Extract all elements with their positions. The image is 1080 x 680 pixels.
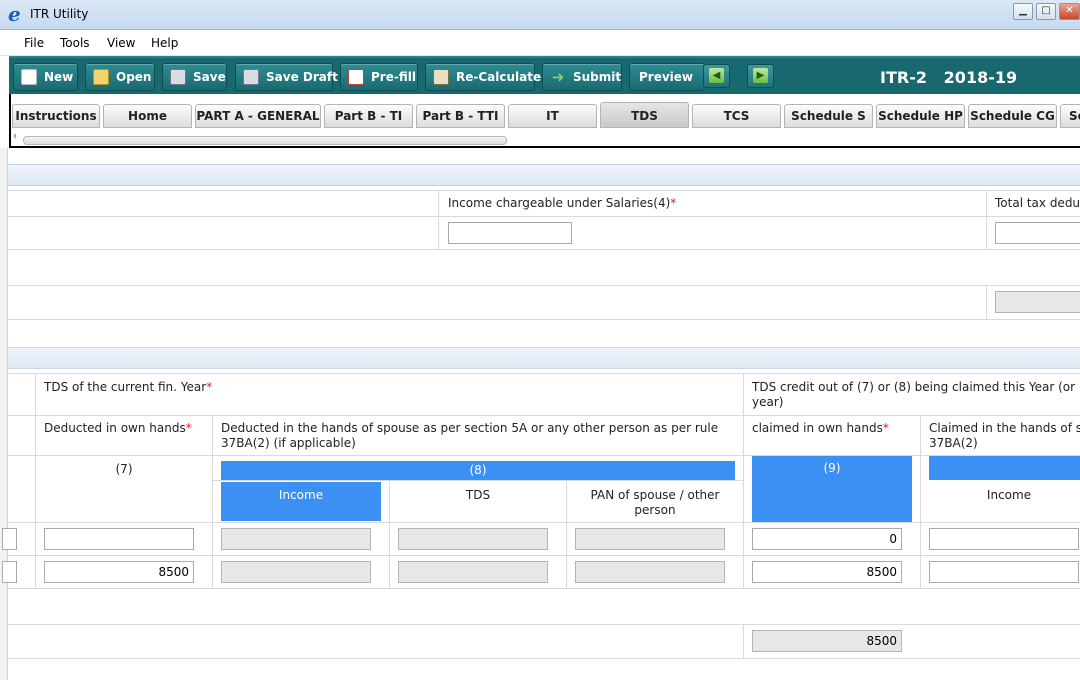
- table-row-1-own-input[interactable]: [44, 528, 194, 550]
- tab-tcs[interactable]: TCS: [692, 104, 781, 128]
- tds-credit-header-cont: year): [752, 395, 784, 409]
- submit-arrow-icon: ➜: [551, 68, 565, 86]
- table-row-2-pan: [575, 561, 725, 583]
- table-row-1-pan: [575, 528, 725, 550]
- column-8-label: (8): [221, 461, 735, 480]
- sub-income-label: Income: [221, 482, 381, 521]
- preview-button[interactable]: Preview: [629, 63, 705, 91]
- tab-schedule-cg[interactable]: Schedule CG: [968, 104, 1057, 128]
- forward-button[interactable]: ▶: [747, 64, 774, 88]
- horizontal-scrollbar[interactable]: ‹: [9, 130, 1080, 148]
- tds-current-year-header: TDS of the current fin. Year*: [44, 380, 213, 394]
- submit-label: Submit: [573, 70, 622, 84]
- tab-schedule-hp[interactable]: Schedule HP: [876, 104, 965, 128]
- claimed-spouse-label: Claimed in the hands of s: [929, 421, 1080, 435]
- sub-income-claimed-label: Income: [986, 488, 1032, 502]
- title-bar: e ITR Utility ▁ □ ✕: [0, 0, 1080, 30]
- income-salaries-label: Income chargeable under Salaries(4)*: [448, 196, 677, 210]
- tab-instructions[interactable]: Instructions: [12, 104, 100, 128]
- save-draft-button[interactable]: Save Draft: [235, 63, 338, 91]
- open-button-label: Open: [116, 70, 152, 84]
- folder-icon: [93, 69, 109, 85]
- section-header-salary: [8, 164, 1080, 186]
- back-button[interactable]: ◀: [703, 64, 730, 88]
- table-row-2-claimed-input[interactable]: [752, 561, 902, 583]
- arrow-right-icon: ▶: [753, 68, 768, 83]
- save-button-label: Save: [193, 70, 226, 84]
- maximize-button[interactable]: □: [1036, 3, 1056, 20]
- left-gutter: [0, 148, 8, 680]
- calculator-icon: [433, 69, 449, 85]
- recalculate-button[interactable]: Re-Calculate: [425, 63, 541, 91]
- table-row-1-tds: [398, 528, 548, 550]
- prefill-icon: [348, 69, 364, 85]
- preview-label: Preview: [639, 70, 694, 84]
- tab-part-b-tti[interactable]: Part B - TTI: [416, 104, 505, 128]
- new-button[interactable]: New: [13, 63, 78, 91]
- save-icon: [170, 69, 186, 85]
- menu-bar: File Tools View Help: [0, 30, 1080, 56]
- income-salaries-input[interactable]: [448, 222, 572, 244]
- table-row-1-claimed-input[interactable]: [752, 528, 902, 550]
- sub-pan-label: PAN of spouse / other person: [590, 488, 720, 517]
- new-button-label: New: [44, 70, 74, 84]
- close-button[interactable]: ✕: [1059, 3, 1080, 20]
- save-draft-icon: [243, 69, 259, 85]
- new-file-icon: [21, 69, 37, 85]
- prefill-label: Pre-fill: [371, 70, 416, 84]
- open-button[interactable]: Open: [85, 63, 155, 91]
- tab-tds[interactable]: TDS: [600, 102, 689, 128]
- toolbar: New Open Save Save Draft Pre-fill Re-Cal…: [9, 56, 1080, 94]
- save-draft-label: Save Draft: [266, 70, 338, 84]
- menu-help[interactable]: Help: [151, 36, 178, 50]
- prefill-button[interactable]: Pre-fill: [340, 63, 418, 91]
- deducted-own-hands-label: Deducted in own hands*: [44, 421, 192, 435]
- tab-it[interactable]: IT: [508, 104, 597, 128]
- column-10-header: [929, 456, 1080, 480]
- recalculate-label: Re-Calculate: [456, 70, 542, 84]
- claimed-own-hands-label: claimed in own hands*: [752, 421, 889, 435]
- total-tax-label: Total tax dedu: [995, 196, 1080, 210]
- arrow-left-icon: ◀: [709, 68, 724, 83]
- table-row-1-income: [221, 528, 371, 550]
- tab-part-b-ti[interactable]: Part B - TI: [324, 104, 413, 128]
- form-title: ITR-2 2018-19: [880, 68, 1018, 87]
- minimize-button[interactable]: ▁: [1013, 3, 1033, 20]
- total-tax-input[interactable]: [995, 222, 1080, 244]
- tab-schedule-s[interactable]: Schedule S: [784, 104, 873, 128]
- table-row-2-own-input[interactable]: [44, 561, 194, 583]
- section-header-tds: [8, 347, 1080, 369]
- table-row-1-claimed-income-input[interactable]: [929, 528, 1079, 550]
- table-row-2-tds: [398, 561, 548, 583]
- tab-bar: Instructions Home PART A - GENERAL Part …: [9, 94, 1080, 130]
- window-title: ITR Utility: [30, 7, 89, 21]
- column-9-label: (9): [752, 456, 912, 522]
- scroll-left-icon[interactable]: ‹: [13, 131, 17, 142]
- table-row-2-claimed-income-input[interactable]: [929, 561, 1079, 583]
- table-row-2-income: [221, 561, 371, 583]
- menu-file[interactable]: File: [24, 36, 44, 50]
- app-icon: e: [8, 2, 21, 26]
- row2-edge-input[interactable]: [2, 561, 17, 583]
- menu-tools[interactable]: Tools: [60, 36, 90, 50]
- menu-view[interactable]: View: [107, 36, 135, 50]
- tab-part-a-general[interactable]: PART A - GENERAL: [195, 104, 321, 128]
- tds-credit-header: TDS credit out of (7) or (8) being claim…: [752, 380, 1076, 394]
- row1-edge-input[interactable]: [2, 528, 17, 550]
- submit-button[interactable]: ➜ Submit: [542, 63, 622, 91]
- column-7-label: (7): [115, 462, 133, 476]
- deducted-spouse-label: Deducted in the hands of spouse as per s…: [221, 421, 719, 450]
- scroll-thumb[interactable]: [23, 136, 507, 145]
- claimed-spouse-label-cont: 37BA(2): [929, 436, 978, 450]
- tab-more[interactable]: Sc: [1060, 104, 1080, 128]
- salary-total-field: [995, 291, 1080, 313]
- total-claimed-field: [752, 630, 902, 652]
- sub-tds-label: TDS: [465, 488, 491, 502]
- tab-home[interactable]: Home: [103, 104, 192, 128]
- save-button[interactable]: Save: [162, 63, 227, 91]
